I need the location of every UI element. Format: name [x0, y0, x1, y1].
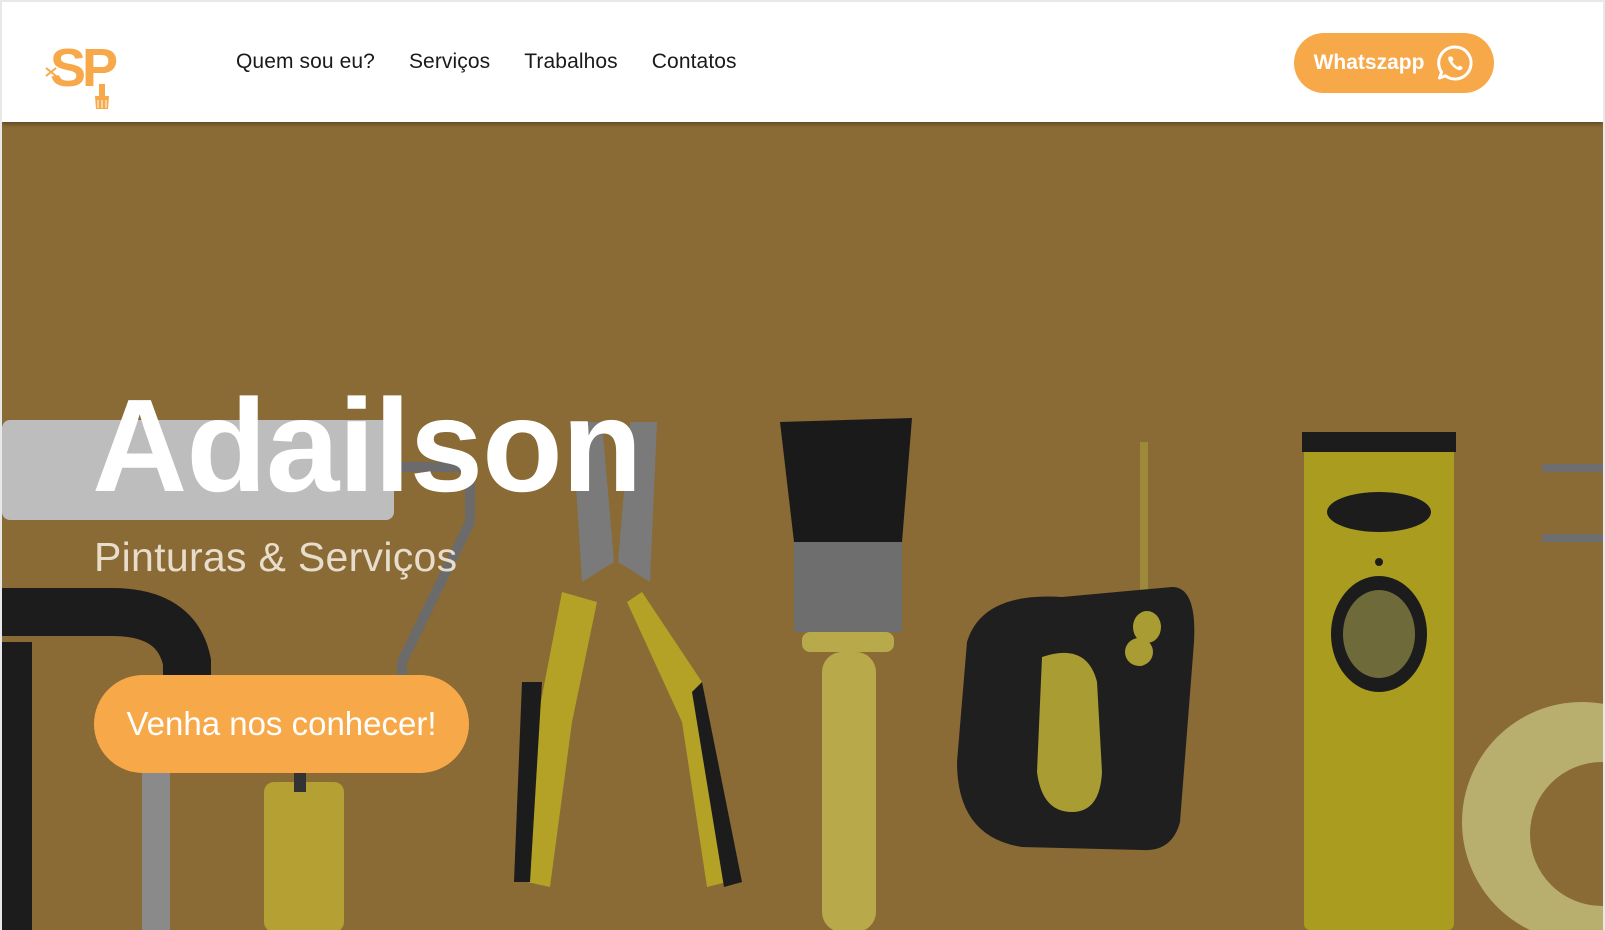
logo[interactable]: SP — [44, 38, 148, 112]
nav-link-trabalhos[interactable]: Trabalhos — [524, 50, 618, 74]
spirit-level-graphic — [1302, 432, 1456, 930]
site-header: SP Quem sou eu? Serviços Trabalhos Conta… — [2, 2, 1603, 122]
whatsapp-icon — [1436, 44, 1474, 82]
hero-background-image — [2, 122, 1603, 930]
cta-button[interactable]: Venha nos conhecer! — [94, 675, 469, 773]
page: SP Quem sou eu? Serviços Trabalhos Conta… — [2, 2, 1603, 930]
whatsapp-button[interactable]: Whatszapp — [1294, 33, 1494, 93]
nav-link-quem-sou-eu[interactable]: Quem sou eu? — [236, 50, 375, 74]
main-nav: Quem sou eu? Serviços Trabalhos Contatos — [236, 50, 737, 74]
hero-subtitle: Pinturas & Serviços — [94, 534, 458, 580]
whatsapp-button-label: Whatszapp — [1313, 51, 1425, 74]
svg-text:SP: SP — [50, 40, 117, 98]
hero-section: Adailson Pinturas & Serviços Venha nos c… — [2, 122, 1603, 930]
nav-link-contatos[interactable]: Contatos — [652, 50, 737, 74]
hero-title: Adailson — [92, 372, 642, 519]
logo-graphic: SP — [45, 38, 121, 109]
nav-link-servicos[interactable]: Serviços — [409, 50, 490, 74]
